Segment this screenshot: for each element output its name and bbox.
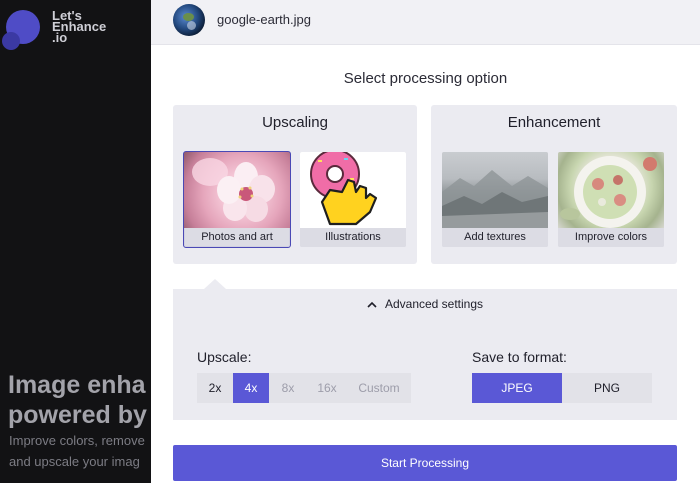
earth-thumbnail-icon [173, 4, 205, 36]
option-label: Improve colors [558, 228, 664, 247]
file-bar: google-earth.jpg [151, 0, 700, 45]
upscale-16x-button[interactable]: 16x [307, 373, 347, 403]
mountains-icon [442, 170, 548, 228]
enhancement-card: Enhancement Add textures Improve colors [431, 105, 677, 264]
hero-title-line-1: Image enha [8, 371, 146, 399]
logo-text: Let's Enhance .io [52, 9, 106, 44]
option-illustrations[interactable]: Illustrations [300, 152, 406, 247]
upscale-4x-button[interactable]: 4x [233, 373, 269, 403]
illustrations-image [300, 152, 406, 228]
donut-hand-icon [310, 152, 378, 226]
start-processing-button[interactable]: Start Processing [173, 445, 677, 481]
advanced-settings-toggle[interactable]: Advanced settings [173, 297, 677, 311]
file-name: google-earth.jpg [217, 12, 311, 27]
option-photos-and-art[interactable]: Photos and art [183, 151, 291, 248]
option-label: Add textures [442, 228, 548, 247]
upscale-2x-button[interactable]: 2x [197, 373, 233, 403]
advanced-notch [204, 279, 226, 289]
upscale-label: Upscale: [197, 349, 252, 365]
upscale-8x-button[interactable]: 8x [269, 373, 307, 403]
option-add-textures[interactable]: Add textures [442, 152, 548, 247]
upscaling-card: Upscaling Photos and art Illustrations [173, 105, 417, 264]
logo-mark-small-icon [2, 32, 20, 50]
hero-title-line-2: powered by [8, 401, 147, 429]
format-segmented-control: JPEG PNG [472, 373, 652, 403]
format-jpeg-button[interactable]: JPEG [472, 373, 562, 403]
chevron-up-icon [367, 300, 377, 311]
format-png-button[interactable]: PNG [562, 373, 652, 403]
advanced-settings-panel: Advanced settings Upscale: Save to forma… [173, 289, 677, 420]
hero-subtitle-line-2: and upscale your imag [9, 454, 140, 469]
food-plate-icon [560, 156, 657, 228]
improve-colors-image [558, 152, 664, 228]
option-label: Photos and art [184, 228, 290, 247]
hero-title: Image enha powered by [8, 370, 147, 430]
enhancement-title: Enhancement [507, 114, 601, 131]
upscaling-title: Upscaling [262, 114, 328, 131]
section-title: Select processing option [343, 70, 508, 87]
upscale-segmented-control: 2x 4x 8x 16x Custom [197, 373, 411, 403]
option-improve-colors[interactable]: Improve colors [558, 152, 664, 247]
upscale-custom-button[interactable]: Custom [347, 373, 411, 403]
hero-subtitle-line-1: Improve colors, remove [9, 433, 145, 448]
add-textures-image [442, 152, 548, 228]
hero-subtitle: Improve colors, remove and upscale your … [9, 430, 145, 472]
option-label: Illustrations [300, 228, 406, 247]
logo[interactable]: Let's Enhance .io [2, 8, 122, 53]
format-label: Save to format: [472, 349, 567, 365]
advanced-settings-label: Advanced settings [384, 297, 484, 311]
cherry-blossom-icon [192, 158, 275, 222]
processing-modal: google-earth.jpg Select processing optio… [151, 0, 700, 483]
photos-and-art-image [184, 152, 290, 228]
